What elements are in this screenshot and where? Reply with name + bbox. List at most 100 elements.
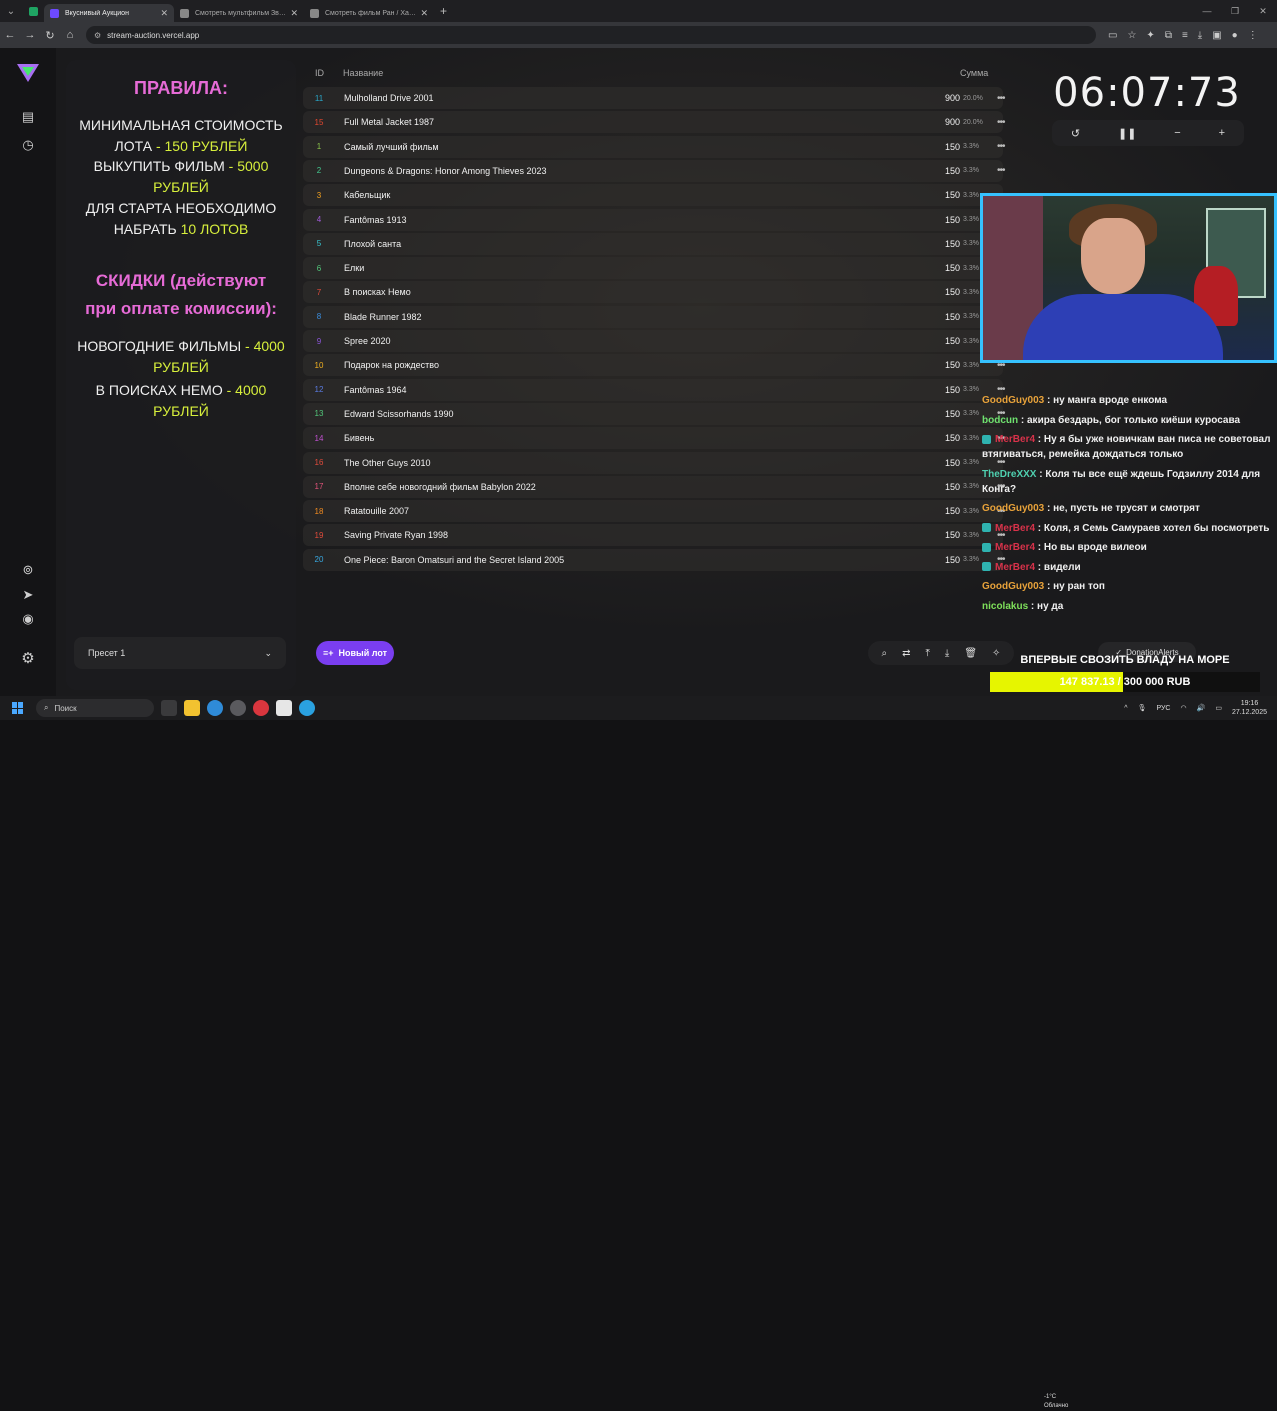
lot-amount[interactable]: 900 — [920, 117, 960, 127]
reset-icon[interactable]: ↺ — [1071, 127, 1080, 140]
lot-name[interactable]: Елки — [344, 263, 364, 273]
lot-amount[interactable]: 150 — [920, 482, 960, 492]
row-menu-icon[interactable]: ••• — [997, 93, 1005, 104]
lot-amount[interactable]: 150 — [920, 409, 960, 419]
lot-name[interactable]: The Other Guys 2010 — [344, 458, 431, 468]
browser-tab[interactable]: Смотреть мультфильм Звероп ✕ — [174, 4, 304, 22]
lot-amount[interactable]: 150 — [920, 287, 960, 297]
file-explorer-icon[interactable] — [184, 700, 200, 716]
lot-name[interactable]: Ratatouille 2007 — [344, 506, 409, 516]
lot-name[interactable]: Saving Private Ryan 1998 — [344, 530, 448, 540]
steam-icon[interactable] — [230, 700, 246, 716]
obs-icon[interactable] — [253, 700, 269, 716]
lot-row[interactable]: 17 Вполне себе новогодний фильм Babylon 2… — [303, 475, 1018, 498]
lot-name[interactable]: Кабельщик — [344, 190, 390, 200]
shuffle-icon[interactable]: ⇄ — [902, 648, 910, 659]
reading-list-icon[interactable]: ≡ — [1182, 30, 1188, 41]
lot-amount[interactable]: 150 — [920, 530, 960, 540]
lot-name[interactable]: Edward Scissorhands 1990 — [344, 409, 454, 419]
lot-amount[interactable]: 150 — [920, 166, 960, 176]
download-icon[interactable]: ⤓ — [1198, 30, 1202, 41]
lot-row[interactable]: 13 Edward Scissorhands 1990 150 3.3% ••• — [303, 402, 1018, 425]
history-icon[interactable]: ◷ — [19, 136, 37, 154]
row-menu-icon[interactable]: ••• — [997, 165, 1005, 176]
extensions-puzzle-icon[interactable]: ⧉ — [1165, 30, 1172, 41]
site-info-icon[interactable]: ⚙ — [94, 31, 101, 40]
row-menu-icon[interactable]: ••• — [997, 141, 1005, 152]
minimize-icon[interactable]: — — [1193, 0, 1221, 22]
lot-row[interactable]: 6Елки1503.3%••• — [303, 257, 1018, 280]
lot-name[interactable]: Вполне себе новогодний фильм Babylon 202… — [344, 482, 536, 492]
lot-amount[interactable]: 150 — [920, 506, 960, 516]
sheets-pinned-icon[interactable] — [22, 0, 44, 22]
browser-tab[interactable]: Вкуснивый Аукцион ✕ — [44, 4, 174, 22]
lot-amount[interactable]: 150 — [920, 190, 960, 200]
lot-row[interactable]: 12 Fantômas 1964 150 3.3% ••• — [303, 378, 1018, 401]
lot-row[interactable]: 4Fantômas 19131503.3%••• — [303, 208, 1018, 231]
forward-icon[interactable]: → — [20, 29, 40, 41]
lot-row[interactable]: 20 One Piece: Baron Omatsuri and the Secr… — [303, 548, 1018, 571]
profile-icon[interactable]: ● — [1232, 30, 1238, 41]
upload-icon[interactable]: ⤒ — [926, 648, 930, 659]
url-field[interactable]: ⚙ stream-auction.vercel.app — [86, 26, 1096, 44]
app-icon[interactable] — [276, 700, 292, 716]
tab-close-icon[interactable]: ✕ — [160, 8, 168, 19]
plus-icon[interactable]: + — [1219, 127, 1225, 139]
trash-icon[interactable]: 🗑 — [964, 648, 977, 659]
lot-name[interactable]: В поисках Немо — [344, 287, 411, 297]
new-lot-button[interactable]: ≡+ Новый лот — [316, 641, 394, 665]
volume-icon[interactable]: 🔊 — [1197, 704, 1206, 712]
browser-tab[interactable]: Смотреть фильм Ран / Хаос он ✕ — [304, 4, 434, 22]
preset-select[interactable]: Пресет 1 ⌄ — [74, 637, 286, 669]
lot-name[interactable]: Spree 2020 — [344, 336, 391, 346]
taskbar-search[interactable]: ⌕ Поиск — [36, 699, 154, 717]
tab-close-icon[interactable]: ✕ — [420, 8, 428, 19]
lot-name[interactable]: Mulholland Drive 2001 — [344, 93, 434, 103]
lot-amount[interactable]: 900 — [920, 93, 960, 103]
lot-name[interactable]: Плохой санта — [344, 239, 401, 249]
tab-list-chevron-icon[interactable]: ⌄ — [0, 0, 22, 22]
lot-name[interactable]: Blade Runner 1982 — [344, 312, 422, 322]
mic-icon[interactable]: 🎙 — [1138, 704, 1147, 712]
lot-name[interactable]: Fantômas 1964 — [344, 385, 407, 395]
weather-widget[interactable]: -1°C Облачно — [1044, 1393, 1068, 1411]
lot-name[interactable]: Dungeons & Dragons: Honor Among Thieves … — [344, 166, 546, 176]
lot-row[interactable]: 7В поисках Немо1503.3%••• — [303, 281, 1018, 304]
lot-amount[interactable]: 150 — [920, 336, 960, 346]
lot-row[interactable]: 3Кабельщик1503.3%••• — [303, 184, 1018, 207]
lot-amount[interactable]: 150 — [920, 312, 960, 322]
close-window-icon[interactable]: ✕ — [1249, 0, 1277, 22]
back-icon[interactable]: ← — [0, 29, 20, 41]
windows-start-icon[interactable] — [12, 702, 24, 714]
minus-icon[interactable]: − — [1174, 127, 1180, 139]
settings-gear-icon[interactable]: ⚙ — [19, 649, 37, 667]
battery-icon[interactable]: ▭ — [1215, 704, 1222, 712]
lot-row[interactable]: 8Blade Runner 19821503.3%••• — [303, 305, 1018, 328]
lot-row[interactable]: 16 The Other Guys 2010 150 3.3% ••• — [303, 451, 1018, 474]
panel-icon[interactable]: ▣ — [1212, 30, 1221, 41]
tab-close-icon[interactable]: ✕ — [290, 8, 298, 19]
cast-icon[interactable]: ▭ — [1108, 30, 1117, 41]
lot-name[interactable]: Подарок на рождество — [344, 360, 439, 370]
lot-name[interactable]: Full Metal Jacket 1987 — [344, 117, 434, 127]
lot-row[interactable]: 18 Ratatouille 2007 150 3.3% ••• — [303, 500, 1018, 523]
chrome-icon[interactable] — [207, 700, 223, 716]
search-icon[interactable]: ⌕ — [882, 648, 888, 659]
lot-row[interactable]: 2 Dungeons & Dragons: Honor Among Thieves… — [303, 159, 1018, 182]
lot-name[interactable]: Fantômas 1913 — [344, 215, 407, 225]
task-view-icon[interactable] — [161, 700, 177, 716]
lot-amount[interactable]: 150 — [920, 360, 960, 370]
lot-amount[interactable]: 150 — [920, 215, 960, 225]
lot-row[interactable]: 1 Самый лучший фильм 150 3.3% ••• — [303, 135, 1018, 158]
telegram-icon[interactable] — [299, 700, 315, 716]
lot-name[interactable]: Самый лучший фильм — [344, 142, 439, 152]
lot-amount[interactable]: 150 — [920, 555, 960, 565]
menu-dots-icon[interactable]: ⋮ — [1248, 30, 1258, 41]
lot-amount[interactable]: 150 — [920, 458, 960, 468]
bookmark-star-icon[interactable]: ☆ — [1127, 30, 1136, 41]
new-tab-icon[interactable]: + — [440, 4, 447, 18]
lot-row[interactable]: 5Плохой санта1503.3%••• — [303, 232, 1018, 255]
lot-row[interactable]: 19 Saving Private Ryan 1998 150 3.3% ••• — [303, 524, 1018, 547]
lang-indicator[interactable]: РУС — [1156, 705, 1170, 712]
lot-row[interactable]: 15 Full Metal Jacket 1987 900 20.0% ••• — [303, 111, 1018, 134]
